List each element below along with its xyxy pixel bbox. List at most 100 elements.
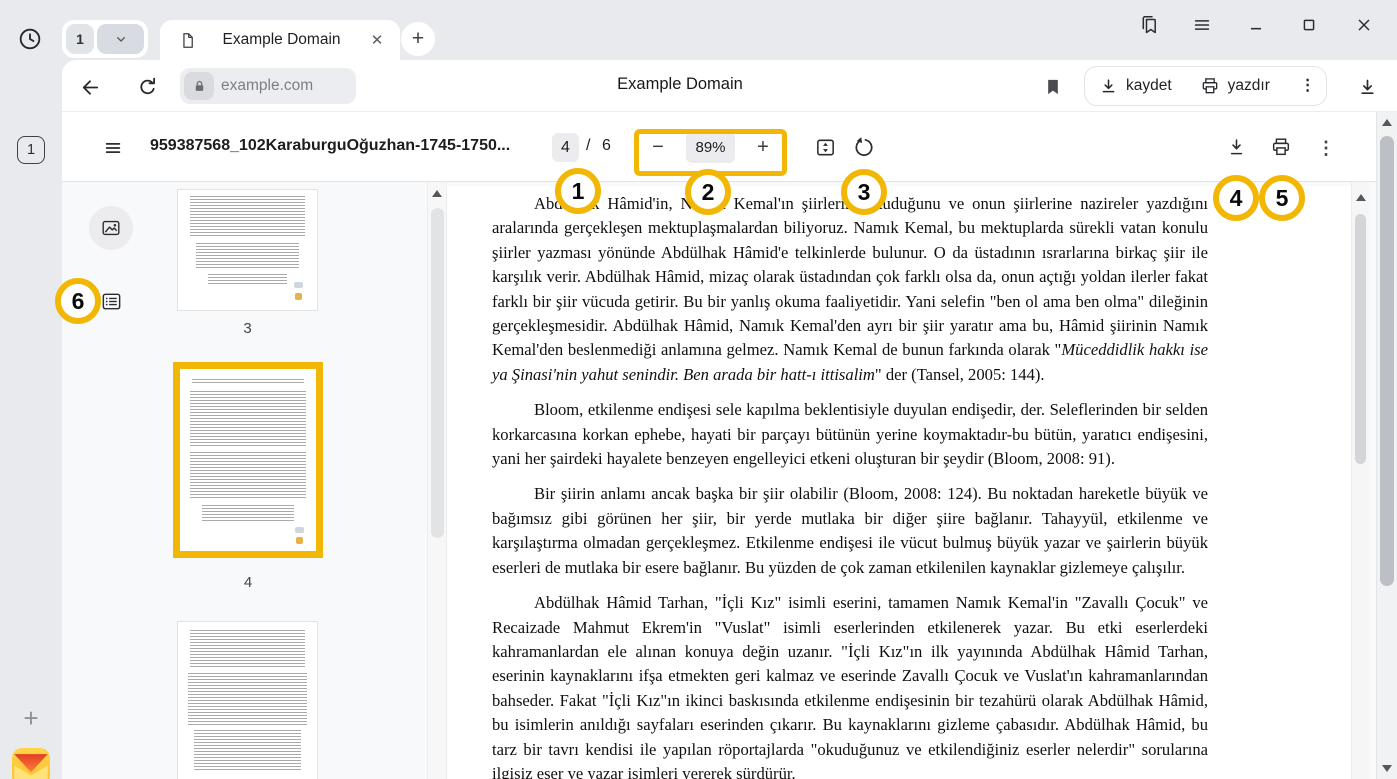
hamburger-menu-icon [1191, 14, 1213, 36]
thumbnail-label-4: 4 [173, 574, 323, 591]
downloads-button[interactable] [1354, 74, 1380, 100]
thumbnail-page-4[interactable] [180, 369, 316, 551]
thumbnail-view-button[interactable] [89, 206, 133, 250]
print-button[interactable]: yazdır [1186, 67, 1284, 105]
document-actions: kaydet yazdır ⋮ [1084, 66, 1327, 106]
annotation-circle-2: 2 [685, 169, 731, 215]
thumb-logo-mark [296, 537, 303, 544]
paragraph: Bloom, etkilenme endişesi sele kapılma b… [492, 398, 1208, 471]
pdf-filename: 959387568_102KaraburguOğuzhan-1745-1750.… [150, 137, 510, 155]
reload-icon [136, 76, 159, 99]
thumb-text-block [190, 630, 305, 668]
annotation-circle-5: 5 [1259, 175, 1305, 221]
fit-page-button[interactable] [812, 134, 838, 160]
thumb-text-block [190, 391, 306, 447]
thumb-text-block [208, 274, 287, 284]
list-icon [100, 290, 123, 313]
page-title: Example Domain [617, 75, 743, 94]
page-scrollbar[interactable] [1376, 112, 1397, 779]
scroll-down-arrow[interactable] [1382, 765, 1392, 772]
bookmarks-panel-icon [1137, 13, 1161, 37]
clock-icon [17, 26, 43, 52]
reload-button[interactable] [134, 74, 160, 100]
url-text: example.com [221, 77, 313, 95]
outline-view-button[interactable] [98, 288, 124, 314]
rotate-button[interactable] [851, 134, 877, 160]
image-icon [100, 217, 122, 239]
paragraph-text: Abdülhak Hâmid'in, Namık Kemal'ın şiirle… [492, 194, 1208, 359]
mail-app-button[interactable] [12, 748, 50, 779]
fit-page-icon [814, 136, 837, 159]
workspace-badge[interactable]: 1 [17, 136, 45, 164]
side-panel-button[interactable] [1136, 12, 1162, 38]
paragraph-text: " der (Tansel, 2005: 144). [875, 365, 1045, 384]
download-icon [1357, 77, 1378, 98]
pdf-total-pages: 6 [602, 137, 611, 155]
tab-close-button[interactable]: ✕ [366, 31, 388, 49]
download-icon [1099, 77, 1118, 96]
pdf-page: Abdülhak Hâmid'in, Namık Kemal'ın şiirle… [447, 186, 1351, 779]
more-actions-button[interactable]: ⋮ [1284, 67, 1332, 105]
bookmark-icon [1043, 77, 1063, 97]
tab-group[interactable]: 1 [62, 20, 148, 58]
pdf-download-button[interactable] [1223, 134, 1249, 160]
browser-window: 1 Example Domain ✕ + [0, 0, 1397, 779]
print-label: yazdır [1228, 77, 1270, 95]
rail-add-button[interactable]: + [14, 701, 48, 735]
thumb-text-block [190, 452, 306, 500]
thumbnail-label-3: 3 [178, 320, 317, 337]
pdf-scrollbar[interactable] [1351, 182, 1369, 779]
thumb-text-block [202, 505, 294, 523]
pdf-current-page[interactable]: 4 [552, 133, 579, 162]
tab-group-expand[interactable] [97, 24, 144, 54]
annotation-circle-4: 4 [1213, 175, 1259, 221]
maximize-button[interactable] [1297, 13, 1321, 37]
minimize-button[interactable] [1244, 13, 1268, 37]
back-button[interactable] [77, 74, 103, 100]
tab-example-domain[interactable]: Example Domain ✕ [160, 20, 400, 60]
thumbnail-page-3[interactable] [178, 190, 317, 310]
lock-icon [192, 79, 207, 94]
hamburger-menu-icon [102, 137, 124, 159]
scroll-up-arrow[interactable] [432, 190, 442, 197]
scrollbar-thumb[interactable] [1380, 136, 1394, 586]
paragraph: Abdülhak Hâmid'in, Namık Kemal'ın şiirle… [492, 192, 1208, 387]
thumb-logo-mark [295, 293, 302, 300]
address-bar[interactable]: example.com [180, 68, 356, 104]
thumb-text-block [196, 243, 299, 269]
thumb-text-block [192, 379, 304, 385]
scroll-up-arrow[interactable] [1356, 194, 1366, 201]
thumbnail-page-5[interactable] [178, 622, 317, 779]
annotation-circle-1: 1 [555, 168, 601, 214]
history-clock-button[interactable] [15, 24, 45, 54]
scrollbar-thumb[interactable] [1355, 214, 1366, 464]
chevron-down-icon [113, 31, 129, 47]
site-security-chip[interactable] [184, 72, 214, 100]
pdf-more-button[interactable]: ⋮ [1314, 135, 1338, 161]
browser-menu-button[interactable] [1190, 13, 1214, 37]
new-tab-button[interactable]: + [401, 22, 435, 56]
pdf-print-button[interactable] [1268, 134, 1294, 160]
pdf-viewer-body: 3 4 [62, 182, 1397, 779]
page-icon [178, 31, 197, 50]
pdf-sidebar-toggle[interactable] [100, 135, 126, 161]
annotation-circle-6: 6 [55, 278, 101, 324]
thumbnail-scrollbar[interactable] [427, 182, 447, 779]
save-button[interactable]: kaydet [1085, 67, 1186, 105]
printer-icon [1200, 76, 1220, 96]
close-window-button[interactable] [1352, 13, 1376, 37]
browser-side-rail: 1 + ••• [0, 60, 62, 779]
rotate-ccw-icon [853, 136, 876, 159]
tab-bar: 1 Example Domain ✕ + [0, 0, 1397, 60]
scrollbar-thumb[interactable] [431, 208, 444, 538]
maximize-icon [1298, 14, 1320, 36]
thumbnail-page-4-highlight [173, 362, 323, 558]
browser-toolbar: example.com Example Domain kaydet [62, 60, 1397, 112]
scroll-up-arrow[interactable] [1382, 119, 1392, 126]
tab-group-count: 1 [66, 24, 94, 54]
thumb-logo-mark [295, 527, 304, 533]
thumb-text-block [188, 673, 307, 725]
bookmark-button[interactable] [1040, 74, 1066, 100]
tab-title: Example Domain [197, 31, 366, 49]
minimize-icon [1245, 14, 1267, 36]
